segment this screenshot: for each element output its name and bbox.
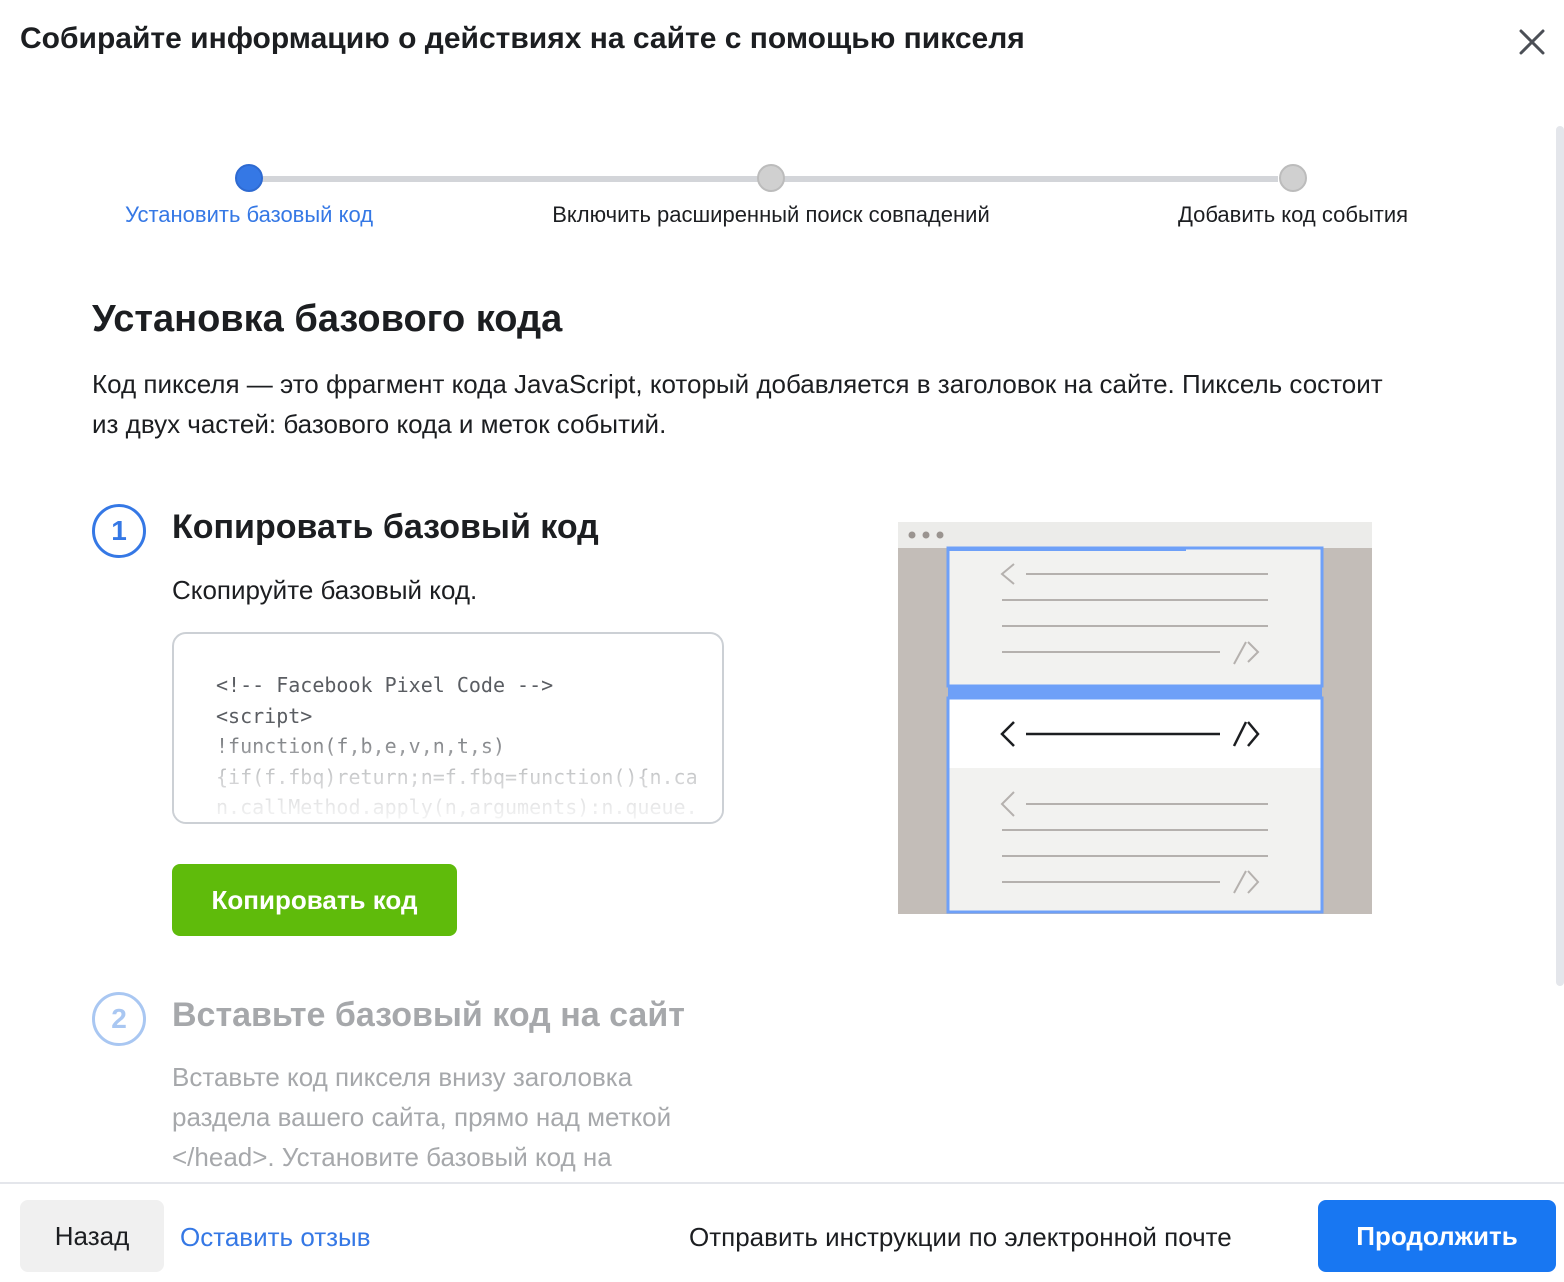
window-dot-icon	[908, 531, 916, 539]
section-description: Код пикселя — это фрагмент кода JavaScri…	[92, 369, 1383, 439]
step-connector	[508, 176, 770, 182]
step-2-description-line: Вставьте код пикселя внизу заголовка	[172, 1062, 633, 1092]
code-line: {if(f.fbq)return;n=f.fbq=function(){n.ca	[216, 764, 698, 789]
footer-divider	[0, 1182, 1564, 1184]
step-2-indicator[interactable]	[757, 164, 785, 192]
window-dot-icon	[936, 531, 944, 539]
feedback-link[interactable]: Оставить отзыв	[180, 1222, 371, 1253]
step-1-title: Копировать базовый код	[172, 508, 599, 546]
code-line: <!-- Facebook Pixel Code -->	[216, 673, 554, 697]
step-2-title: Вставьте базовый код на сайт	[172, 996, 685, 1034]
code-line: !function(f,b,e,v,n,t,s)	[216, 734, 505, 758]
code-placement-illustration	[898, 522, 1372, 914]
dialog-header: Собирайте информацию о действиях на сайт…	[0, 0, 1564, 84]
step-1-number: 1	[92, 504, 146, 558]
step-2-label[interactable]: Включить расширенный поиск совпадений	[552, 202, 990, 228]
step-2-description-line: </head>. Установите базовый код на	[172, 1142, 612, 1172]
step-connector	[784, 176, 1032, 182]
continue-button[interactable]: Продолжить	[1318, 1200, 1556, 1272]
close-icon	[1519, 29, 1545, 55]
window-dot-icon	[922, 531, 930, 539]
step-2-description-line: раздела вашего сайта, прямо над меткой	[172, 1102, 672, 1132]
code-line: n.callMethod.apply(n,arguments):n.queue.	[216, 795, 698, 819]
step-1-indicator[interactable]	[235, 164, 263, 192]
step-1-label[interactable]: Установить базовый код	[125, 202, 373, 228]
step-3-label[interactable]: Добавить код события	[1178, 202, 1408, 228]
email-instructions-link[interactable]: Отправить инструкции по электронной почт…	[689, 1222, 1232, 1253]
browser-illustration	[898, 522, 1372, 914]
section-title: Установка базового кода	[92, 298, 563, 340]
step-connector	[262, 176, 508, 182]
step-3-indicator[interactable]	[1279, 164, 1307, 192]
step-1-description: Скопируйте базовый код.	[172, 575, 478, 605]
close-button[interactable]	[1512, 22, 1552, 62]
back-button[interactable]: Назад	[20, 1200, 164, 1272]
copy-code-button[interactable]: Копировать код	[172, 864, 457, 936]
code-line: <script>	[216, 703, 313, 728]
dialog-title: Собирайте информацию о действиях на сайт…	[20, 22, 1025, 55]
step-2-number: 2	[92, 992, 146, 1046]
scrollbar-thumb[interactable]	[1556, 126, 1564, 986]
base-code-snippet[interactable]: <!-- Facebook Pixel Code --> <script> !f…	[172, 632, 724, 824]
step-connector	[1032, 176, 1278, 182]
